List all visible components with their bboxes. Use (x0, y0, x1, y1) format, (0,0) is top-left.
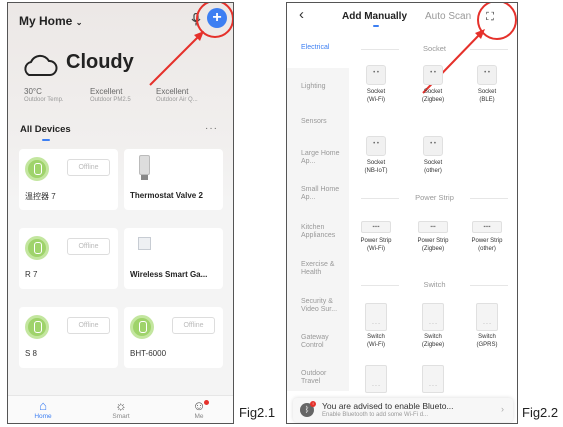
power-strip-icon: ▪▪▪ (418, 221, 448, 233)
sidebar-item-exercise[interactable]: Exercise & Health (287, 261, 345, 277)
product-socket-ble[interactable]: Socket(BLE) (464, 65, 510, 104)
sidebar-item-kitchen[interactable]: Kitchen Appliances (287, 224, 349, 240)
highlight-arrow (149, 31, 204, 86)
device-name: Wireless Smart Ga... (130, 270, 208, 279)
sun-icon: ☼ (115, 398, 127, 413)
tab-underline (42, 139, 50, 141)
tab-add-manually[interactable]: Add Manually (342, 11, 407, 22)
device-card[interactable]: Wireless Smart Ga... (124, 228, 223, 289)
switch-icon: - - - (476, 303, 498, 331)
section-title-socket: Socket (357, 44, 512, 53)
product-socket-other[interactable]: Socket(other) (410, 136, 456, 175)
power-strip-icon: ▪▪▪▪ (361, 221, 391, 233)
socket-icon (423, 65, 443, 85)
chevron-right-icon[interactable]: › (501, 404, 504, 414)
alert-badge: ! (310, 401, 316, 407)
tab-me[interactable]: ☺ Me (179, 398, 219, 420)
product-strip-wifi[interactable]: ▪▪▪▪ Power Strip (Wi-Fi) (353, 217, 399, 253)
toast-subtitle: Enable Bluetooth to add some Wi-Fi d... (322, 412, 429, 418)
device-card[interactable]: Offline S 8 (19, 307, 118, 368)
product-placeholder[interactable]: - - - (410, 365, 456, 396)
device-name: S 8 (25, 349, 38, 358)
device-card[interactable]: Offline R 7 (19, 228, 118, 289)
product-switch-gprs[interactable]: - - - Switch (GPRS) (464, 303, 510, 349)
figure-caption: Fig2.2 (522, 405, 559, 420)
profile-icon: ☺ (192, 398, 206, 413)
switch-icon: - - - (422, 365, 444, 393)
product-socket-zigbee[interactable]: Socket(Zigbee) (410, 65, 456, 104)
thermostat-icon (25, 157, 49, 181)
switch-icon: - - - (365, 303, 387, 331)
sidebar-item-large-home[interactable]: Large Home Ap... (287, 150, 345, 166)
power-strip-icon: ▪▪▪▪ (472, 221, 502, 233)
bottom-tab-bar: ⌂ Home ☼ Smart ☺ Me (8, 395, 233, 423)
tab-home[interactable]: ⌂ Home (23, 398, 63, 420)
sidebar-item-lighting[interactable]: Lighting (287, 83, 349, 91)
back-arrow-icon[interactable]: ‹ (299, 6, 304, 23)
socket-icon (477, 65, 497, 85)
all-devices-tab[interactable]: All Devices (20, 124, 71, 135)
notification-dot (204, 400, 209, 405)
home-selector[interactable]: My Home ⌄ (19, 14, 82, 28)
device-card[interactable]: Thermostat Valve 2 (124, 149, 223, 210)
product-strip-other[interactable]: ▪▪▪▪ Power Strip (other) (464, 217, 510, 253)
sidebar-item-gateway[interactable]: Gateway Control (287, 334, 339, 350)
device-name: R 7 (25, 270, 38, 279)
product-placeholder[interactable]: - - - (353, 365, 399, 396)
weather-pm25: Excellent Outdoor PM2.5 (90, 87, 131, 103)
offline-badge: Offline (67, 238, 110, 255)
device-name: 溫控器 7 (25, 192, 56, 201)
socket-icon (366, 136, 386, 156)
thermostat-icon (25, 315, 49, 339)
sidebar-item-sensors[interactable]: Sensors (287, 118, 349, 126)
weather-air-quality: Excellent Outdoor Air Q... (156, 87, 198, 103)
valve-icon (139, 155, 150, 180)
tab-smart[interactable]: ☼ Smart (101, 398, 141, 420)
product-strip-zigbee[interactable]: ▪▪▪ Power Strip (Zigbee) (410, 217, 456, 253)
switch-icon: - - - (365, 365, 387, 393)
weather-condition: Cloudy (66, 51, 134, 73)
section-title-power-strip: Power Strip (357, 193, 512, 202)
phone-screen-add-device: ‹ Add Manually Auto Scan ⛶ Electrical Li… (286, 2, 518, 424)
offline-badge: Offline (67, 159, 110, 176)
chevron-down-icon: ⌄ (75, 18, 83, 27)
socket-icon (423, 136, 443, 156)
phone-screen-home: My Home ⌄ + Cloudy 30°C Outdoor Temp. Exc… (7, 2, 234, 424)
product-socket-nbiot[interactable]: Socket(NB-IoT) (353, 136, 399, 175)
offline-badge: Offline (67, 317, 110, 334)
toast-title: You are advised to enable Blueto... (322, 401, 454, 411)
gateway-icon (138, 237, 151, 250)
section-title-switch: Switch (357, 280, 512, 289)
sidebar-item-outdoor[interactable]: Outdoor Travel (287, 370, 339, 386)
more-icon[interactable]: ··· (205, 123, 218, 134)
figure-caption: Fig2.1 (239, 405, 276, 420)
sidebar-item-small-home[interactable]: Small Home Ap... (287, 186, 345, 202)
product-switch-zigbee[interactable]: - - - Switch (Zigbee) (410, 303, 456, 349)
cloud-icon (24, 54, 58, 76)
sidebar-item-electrical[interactable]: Electrical (287, 36, 349, 68)
device-name: Thermostat Valve 2 (130, 191, 203, 200)
product-socket-wifi[interactable]: Socket(Wi-Fi) (353, 65, 399, 104)
sidebar-item-security[interactable]: Security & Video Sur... (287, 298, 345, 314)
weather-temp: 30°C Outdoor Temp. (24, 87, 64, 103)
socket-icon (366, 65, 386, 85)
offline-badge: Offline (172, 317, 215, 334)
thermostat-icon (130, 315, 154, 339)
tab-underline (373, 25, 379, 27)
tab-auto-scan[interactable]: Auto Scan (425, 11, 471, 22)
bluetooth-toast[interactable]: ᛒ ! You are advised to enable Blueto... … (293, 398, 513, 422)
device-card[interactable]: Offline 溫控器 7 (19, 149, 118, 210)
device-card[interactable]: Offline BHT-6000 (124, 307, 223, 368)
switch-icon: - - - (422, 303, 444, 331)
product-switch-wifi[interactable]: - - - Switch (Wi-Fi) (353, 303, 399, 349)
home-icon: ⌂ (39, 398, 47, 413)
thermostat-icon (25, 236, 49, 260)
category-sidebar: Electrical Lighting Sensors Large Home A… (287, 36, 349, 391)
device-name: BHT-6000 (130, 349, 167, 358)
